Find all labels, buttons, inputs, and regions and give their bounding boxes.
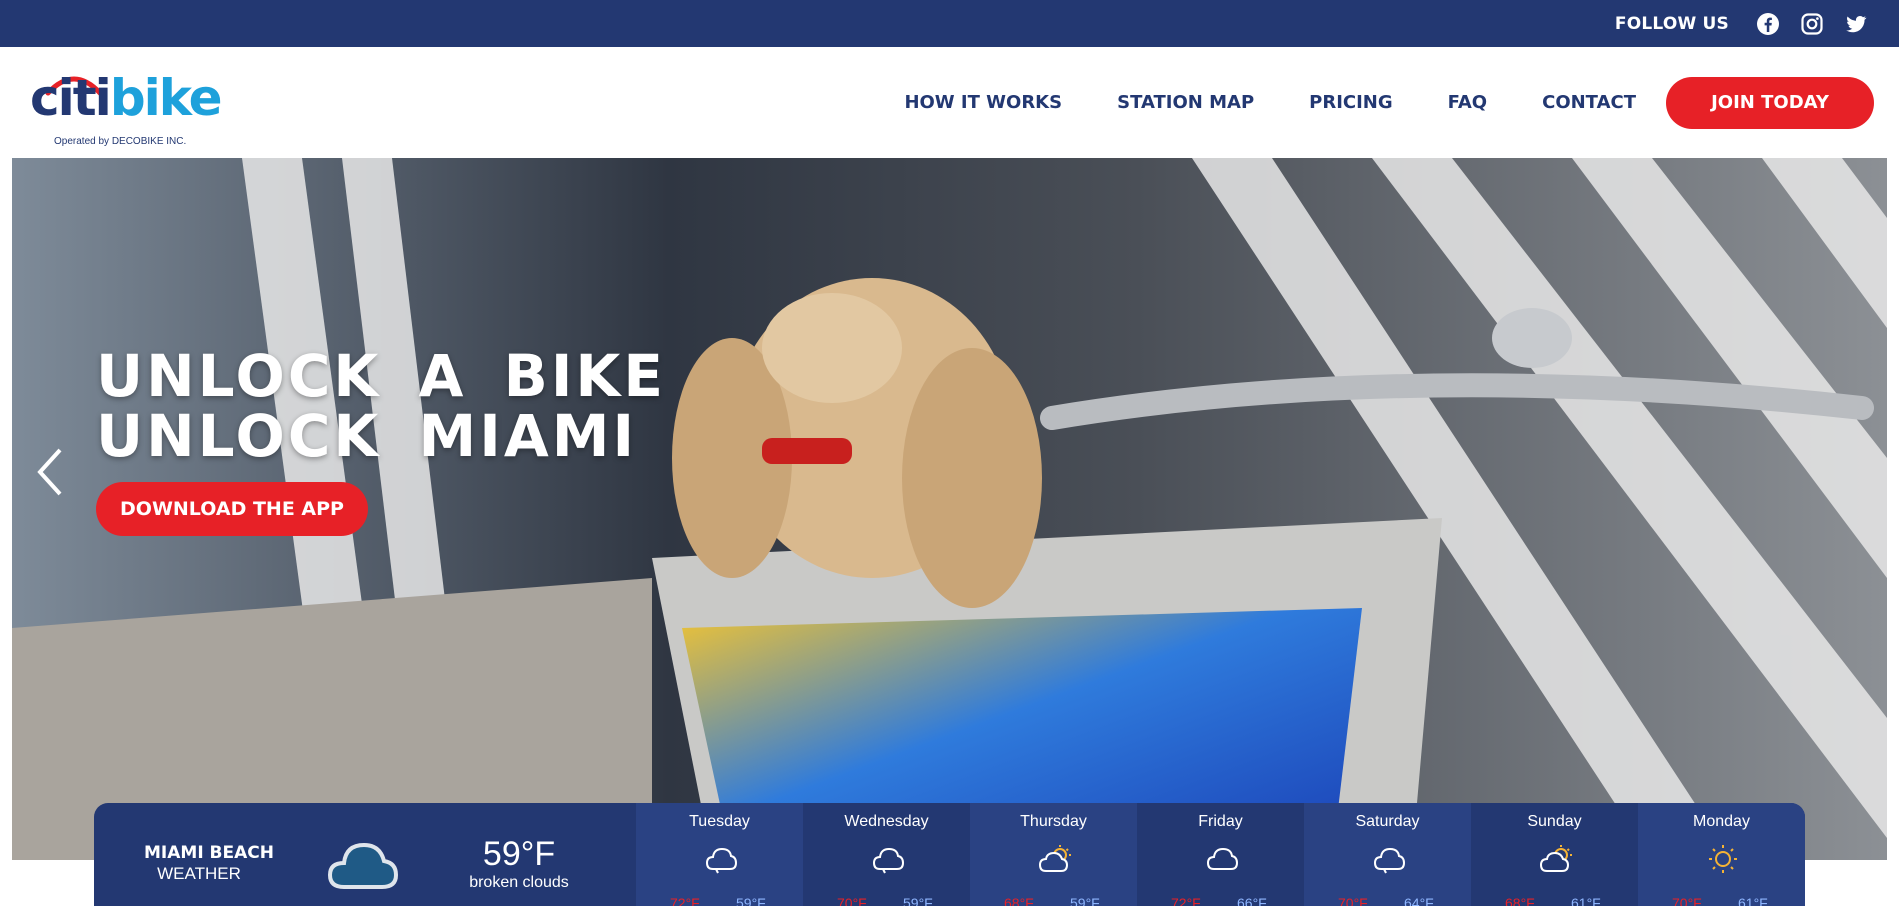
weather-city: MIAMI BEACH (144, 843, 274, 863)
hero-title-line1: UNLOCK A BIKE (96, 342, 666, 410)
logo-wordmark: citibike (30, 73, 223, 123)
join-today-button[interactable]: JOIN TODAY (1666, 76, 1874, 129)
weather-label: WEATHER (157, 864, 241, 883)
weather-location: MIAMI BEACH WEATHER (144, 843, 274, 884)
forecast-day-name: Wednesday (844, 813, 929, 830)
weather-temp-block: 59°F broken clouds (464, 837, 574, 892)
forecast-day: Saturday 70°F 64°F (1304, 803, 1471, 906)
nav-station-map[interactable]: STATION MAP (1117, 92, 1254, 113)
forecast-low: 59°F (736, 895, 766, 906)
follow-us-label: FOLLOW US (1614, 13, 1729, 34)
forecast-low: 61°F (1571, 895, 1601, 906)
forecast-low: 59°F (1070, 895, 1100, 906)
forecast-high: 72°F (670, 895, 700, 906)
cloud-icon (327, 842, 399, 889)
citibike-logo[interactable]: citibike Operated by DECOBIKE INC. (30, 65, 223, 147)
weather-description: broken clouds (469, 874, 569, 891)
chevron-left-icon[interactable] (32, 444, 68, 500)
forecast-low: 64°F (1404, 895, 1434, 906)
forecast-day-name: Sunday (1527, 813, 1582, 830)
top-bar: FOLLOW US (0, 0, 1899, 47)
forecast-day-name: Thursday (1020, 813, 1087, 830)
hero-banner: UNLOCK A BIKE UNLOCK MIAMI DOWNLOAD THE … (12, 158, 1887, 860)
weather-widget: MIAMI BEACH WEATHER 59°F broken clouds T… (94, 803, 1805, 906)
forecast-day: Thursday 68°F 59°F (970, 803, 1137, 906)
forecast-day: Tuesday 72°F 59°F (636, 803, 803, 906)
forecast-day-name: Monday (1693, 813, 1750, 830)
forecast-low: 59°F (903, 895, 933, 906)
logo-citi-text: citi (30, 69, 112, 127)
partly-cloudy-icon (1038, 845, 1071, 872)
weather-current: MIAMI BEACH WEATHER 59°F broken clouds (94, 803, 636, 906)
logo-bike-text: bike (109, 69, 223, 127)
nav-pricing[interactable]: PRICING (1309, 92, 1393, 113)
site-header: citibike Operated by DECOBIKE INC. HOW I… (0, 47, 1899, 158)
weather-forecast: Tuesday 72°F 59°F Wednesday 70°F 59°F Th… (636, 803, 1805, 906)
forecast-day: Sunday 68°F 61°F (1471, 803, 1638, 906)
forecast-high: 70°F (1672, 895, 1702, 906)
hero-title-line2: UNLOCK MIAMI (96, 402, 638, 470)
forecast-day-name: Tuesday (689, 813, 750, 830)
forecast-high: 68°F (1004, 895, 1034, 906)
hero-title: UNLOCK A BIKE UNLOCK MIAMI (96, 346, 666, 466)
cloud-icon (1206, 847, 1239, 870)
sun-icon (1709, 845, 1737, 873)
partly-cloudy-icon (1539, 845, 1572, 872)
forecast-day: Monday 70°F 61°F (1638, 803, 1805, 906)
forecast-day-name: Friday (1198, 813, 1243, 830)
twitter-icon[interactable] (1843, 11, 1869, 37)
cloud-icon (872, 847, 905, 874)
cloud-icon (705, 847, 738, 874)
weather-temp: 59°F (482, 835, 556, 873)
nav-contact[interactable]: CONTACT (1542, 92, 1636, 113)
download-app-button[interactable]: DOWNLOAD THE APP (96, 482, 368, 536)
forecast-low: 66°F (1237, 895, 1267, 906)
forecast-high: 70°F (837, 895, 867, 906)
follow-us: FOLLOW US (1615, 0, 1899, 47)
forecast-high: 70°F (1338, 895, 1368, 906)
cloud-icon (1373, 847, 1406, 874)
forecast-day: Friday 72°F 66°F (1137, 803, 1304, 906)
forecast-day-name: Saturday (1355, 813, 1420, 830)
forecast-day: Wednesday 70°F 59°F (803, 803, 970, 906)
nav-faq[interactable]: FAQ (1448, 92, 1487, 113)
nav-how-it-works[interactable]: HOW IT WORKS (904, 92, 1062, 113)
facebook-icon[interactable] (1755, 11, 1781, 37)
main-nav: HOW IT WORKS STATION MAP PRICING FAQ CON… (849, 47, 1899, 158)
logo-subtitle: Operated by DECOBIKE INC. (54, 136, 187, 147)
forecast-low: 61°F (1738, 895, 1768, 906)
instagram-icon[interactable] (1799, 11, 1825, 37)
forecast-high: 72°F (1171, 895, 1201, 906)
forecast-high: 68°F (1505, 895, 1535, 906)
